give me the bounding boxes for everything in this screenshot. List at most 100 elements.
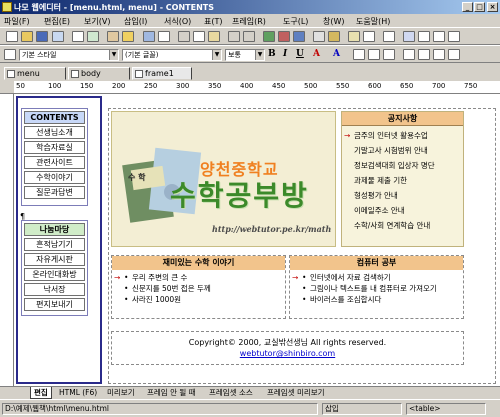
status-mode: 삽입 xyxy=(322,403,402,415)
cut-icon[interactable] xyxy=(178,31,190,42)
tab-html[interactable]: HTML (F6) xyxy=(56,387,100,399)
computer-item[interactable]: 그림이나 텍스트를 내 컴퓨터로 가져오기 xyxy=(292,283,461,294)
ruler-mark: 250 xyxy=(144,82,158,90)
nav-board[interactable]: 자유게시판 xyxy=(24,253,85,266)
nav-materials[interactable]: 학습자료실 xyxy=(24,141,85,154)
maximize-button[interactable]: □ xyxy=(474,2,485,12)
layer-icon[interactable] xyxy=(348,31,360,42)
tab-frameset-preview[interactable]: 프레임셋 미리보기 xyxy=(264,387,328,399)
align-center-icon[interactable] xyxy=(368,49,380,60)
paragraph-icon[interactable] xyxy=(363,31,375,42)
tab-frameset-source[interactable]: 프레임셋 소스 xyxy=(206,387,256,399)
view-tabs: 편집 HTML (F6) 미리보기 프레임 안 될 때 프레임셋 소스 프레임셋… xyxy=(0,386,500,399)
tab-frame1[interactable]: frame1 xyxy=(132,67,192,80)
align-left-icon[interactable] xyxy=(353,49,365,60)
menu-format[interactable]: 서식(O) xyxy=(164,16,191,27)
menu-edit[interactable]: 편집(E) xyxy=(44,16,70,27)
new-file-icon[interactable] xyxy=(6,31,18,42)
form-icon[interactable] xyxy=(313,31,325,42)
close-button[interactable]: × xyxy=(487,2,498,12)
editor-canvas[interactable]: CONTENTS 선생님소개 학습자료실 관련사이트 수학이야기 질문과답변 ¶… xyxy=(14,94,500,386)
notice-item[interactable]: 금주의 인터넷 활용수업 xyxy=(344,129,461,144)
open-folder-icon[interactable] xyxy=(21,31,33,42)
menu-tools[interactable]: 도구(L) xyxy=(283,16,308,27)
menu-window[interactable]: 창(W) xyxy=(323,16,345,27)
notice-item[interactable]: 정보검색대회 입상자 명단 xyxy=(344,159,461,174)
table-icon[interactable] xyxy=(293,31,305,42)
title-bar: 나모 웹에디터 - [menu.html, menu] - CONTENTS _… xyxy=(0,0,500,14)
menu-frame[interactable]: CONTENTS 선생님소개 학습자료실 관련사이트 수학이야기 질문과답변 ¶… xyxy=(16,96,102,384)
nav-links[interactable]: 관련사이트 xyxy=(24,156,85,169)
tab-noframes[interactable]: 프레임 안 될 때 xyxy=(144,387,199,399)
bullet-list-icon[interactable] xyxy=(418,49,430,60)
image-icon[interactable] xyxy=(107,31,119,42)
italic-button[interactable]: I xyxy=(283,49,287,59)
nav-graffiti[interactable]: 낙서장 xyxy=(24,283,85,296)
menu-table[interactable]: 표(T) xyxy=(204,16,223,27)
nav-math-story[interactable]: 수학이야기 xyxy=(24,171,85,184)
zoom-icon[interactable] xyxy=(448,31,460,42)
style-select[interactable]: 기본 스타일 ▼ xyxy=(19,49,119,61)
script-icon[interactable] xyxy=(328,31,340,42)
grid-icon[interactable] xyxy=(403,31,415,42)
save-icon[interactable] xyxy=(36,31,48,42)
story-item[interactable]: 사라진 1000원 xyxy=(114,294,283,305)
find-icon[interactable] xyxy=(158,31,170,42)
computer-study-title: 컴퓨터 공부 xyxy=(290,256,463,270)
tab-preview[interactable]: 미리보기 xyxy=(104,387,138,399)
nav-send-letter[interactable]: 편지보내기 xyxy=(24,298,85,311)
color-icon[interactable] xyxy=(278,31,290,42)
minimize-button[interactable]: _ xyxy=(462,2,473,12)
redo-icon[interactable] xyxy=(243,31,255,42)
link-icon[interactable] xyxy=(143,31,155,42)
indent-icon[interactable] xyxy=(448,49,460,60)
bg-color-button[interactable]: A xyxy=(333,49,340,59)
copy-icon[interactable] xyxy=(193,31,205,42)
notice-item[interactable]: 이메일주소 안내 xyxy=(344,204,461,219)
bold-button[interactable]: B xyxy=(268,49,276,59)
computer-item[interactable]: 인터넷에서 자료 검색하기 xyxy=(292,272,461,283)
contact-email-link[interactable]: webtutor@shinbiro.com xyxy=(112,348,463,359)
notice-item[interactable]: 과제물 제출 기한 xyxy=(344,174,461,189)
banner-image[interactable]: 수 학 양천중학교 수학공부방 http://webtutor.pe.kr/ma… xyxy=(111,111,336,247)
undo-icon[interactable] xyxy=(228,31,240,42)
spell-check-icon[interactable] xyxy=(122,31,134,42)
size-select[interactable]: 보통 ▼ xyxy=(225,49,265,61)
print-icon[interactable] xyxy=(72,31,84,42)
nav-teacher[interactable]: 선생님소개 xyxy=(24,126,85,139)
publish-icon[interactable] xyxy=(52,31,64,42)
menu-view[interactable]: 보기(V) xyxy=(84,16,110,27)
preview-icon[interactable] xyxy=(87,31,99,42)
text-color-button[interactable]: A xyxy=(313,49,320,59)
story-item[interactable]: 신문지를 50번 접은 두께 xyxy=(114,283,283,294)
paste-icon[interactable] xyxy=(208,31,220,42)
notice-item[interactable]: 수학/사회 연계학습 안내 xyxy=(344,219,461,234)
menu-file[interactable]: 파일(F) xyxy=(4,16,30,27)
tab-body[interactable]: body xyxy=(68,67,130,80)
body-frame[interactable]: 수 학 양천중학교 수학공부방 http://webtutor.pe.kr/ma… xyxy=(108,108,496,384)
story-item[interactable]: 우리 주변의 큰 수 xyxy=(114,272,283,283)
outdent-icon[interactable] xyxy=(433,49,445,60)
app-icon[interactable] xyxy=(2,2,12,12)
share-box: 나눔마당 흔적남기기 자유게시판 온라인대화방 낙서장 편지보내기 xyxy=(21,220,88,316)
menu-help[interactable]: 도움말(H) xyxy=(356,16,390,27)
computer-item[interactable]: 바이러스를 조심합시다 xyxy=(292,294,461,305)
nav-qna[interactable]: 질문과답변 xyxy=(24,186,85,199)
nav-guestbook[interactable]: 흔적남기기 xyxy=(24,238,85,251)
font-select[interactable]: (기본 글꼴) ▼ xyxy=(122,49,222,61)
tab-menu[interactable]: menu xyxy=(4,67,66,80)
box-icon[interactable] xyxy=(433,31,445,42)
nav-chat[interactable]: 온라인대화방 xyxy=(24,268,85,281)
menu-frame[interactable]: 프레임(R) xyxy=(232,16,266,27)
notice-item[interactable]: 기말고사 시험범위 안내 xyxy=(344,144,461,159)
frame-icon[interactable] xyxy=(418,31,430,42)
globe-icon[interactable] xyxy=(263,31,275,42)
align-right-icon[interactable] xyxy=(383,49,395,60)
numbered-list-icon[interactable] xyxy=(403,49,415,60)
underline-button[interactable]: U xyxy=(296,49,304,59)
html-tag-icon[interactable] xyxy=(383,31,395,42)
menu-insert[interactable]: 삽입(I) xyxy=(124,16,147,27)
tab-edit[interactable]: 편집 xyxy=(30,387,52,399)
notice-item[interactable]: 형성평가 안내 xyxy=(344,189,461,204)
paragraph-style-icon[interactable] xyxy=(4,49,16,60)
